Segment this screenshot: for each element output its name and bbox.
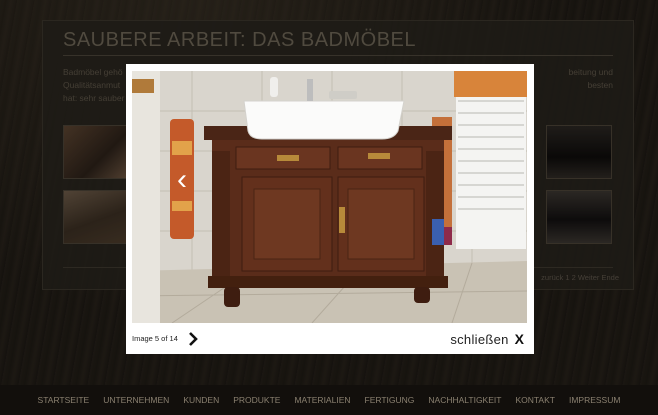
nav-item-unternehmen[interactable]: Unternehmen <box>103 395 169 405</box>
close-button[interactable]: schließen X <box>450 330 524 348</box>
lightbox-photo: ‹ <box>132 71 527 323</box>
footer-nav: Startseite Unternehmen Kunden Produkte M… <box>0 385 658 415</box>
nav-item-startseite[interactable]: Startseite <box>38 395 90 405</box>
nav-item-kunden[interactable]: Kunden <box>183 395 219 405</box>
image-counter: Image 5 of 14 <box>132 334 178 343</box>
nav-item-nachhaltigkeit[interactable]: Nachhaltigkeit <box>428 395 501 405</box>
close-icon: X <box>514 331 524 347</box>
nav-item-impressum[interactable]: Impressum <box>569 395 620 405</box>
lightbox-dialog: ‹ Image 5 of 14 schließen X <box>126 64 534 354</box>
chevron-right-icon[interactable] <box>188 332 198 346</box>
close-label: schließen <box>450 331 509 347</box>
nav-item-produkte[interactable]: Produkte <box>233 395 280 405</box>
nav-item-materialien[interactable]: Materialien <box>294 395 350 405</box>
nav-item-fertigung[interactable]: Fertigung <box>365 395 415 405</box>
chevron-left-icon[interactable]: ‹ <box>170 162 194 198</box>
nav-item-kontakt[interactable]: Kontakt <box>515 395 555 405</box>
